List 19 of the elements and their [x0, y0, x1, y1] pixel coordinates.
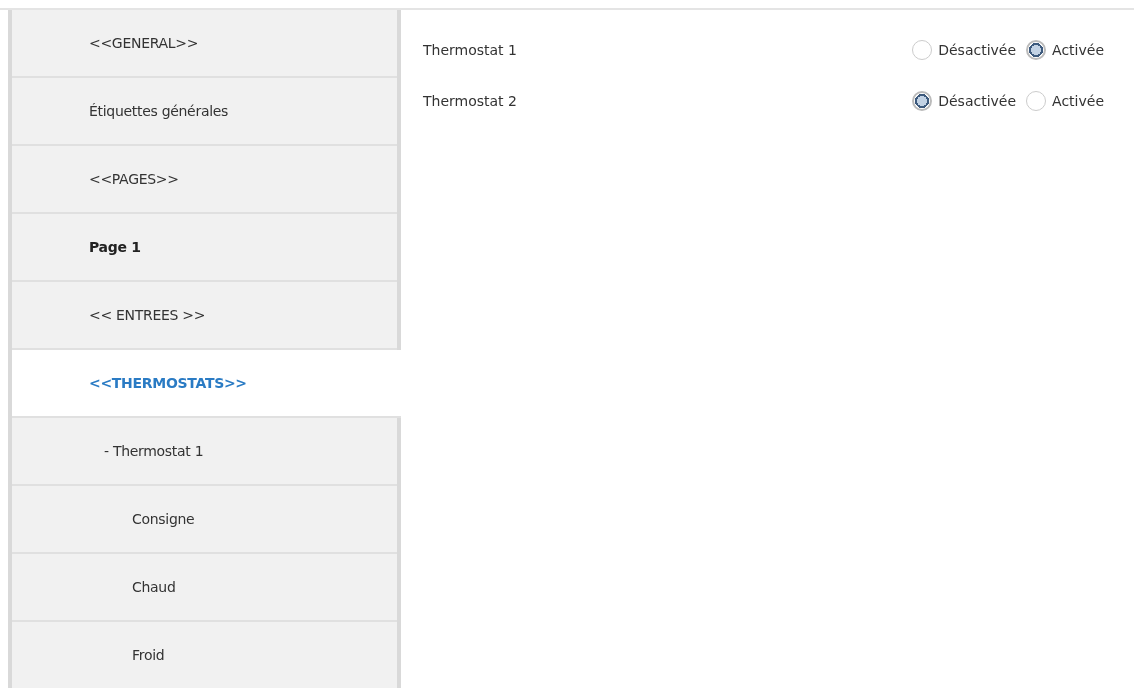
radio-icon[interactable]	[1026, 91, 1047, 111]
radio-option[interactable]: Activée	[1026, 40, 1104, 60]
sidebar-item[interactable]: Page 1	[12, 214, 397, 282]
sidebar-item[interactable]: <<GENERAL>>	[12, 10, 397, 78]
sidebar-item[interactable]: Étiquettes générales	[12, 78, 397, 146]
sidebar-item[interactable]: - Thermostat 1	[12, 418, 397, 486]
radio-icon[interactable]	[912, 40, 933, 60]
sidebar-item[interactable]: Froid	[12, 622, 397, 688]
radio-option[interactable]: Désactivée	[912, 91, 1017, 111]
sidebar-item[interactable]: Consigne	[12, 486, 397, 554]
sidebar-item[interactable]: <<PAGES>>	[12, 146, 397, 214]
sidebar-item[interactable]: Chaud	[12, 554, 397, 622]
sidebar-item[interactable]: <<THERMOSTATS>>	[12, 350, 401, 418]
setting-label: Thermostat 2	[423, 93, 517, 109]
radio-option[interactable]: Désactivée	[912, 40, 1017, 60]
radio-icon[interactable]	[1026, 40, 1047, 60]
radio-icon[interactable]	[912, 91, 933, 111]
radio-option[interactable]: Activée	[1026, 91, 1104, 111]
setting-label: Thermostat 1	[423, 42, 517, 58]
